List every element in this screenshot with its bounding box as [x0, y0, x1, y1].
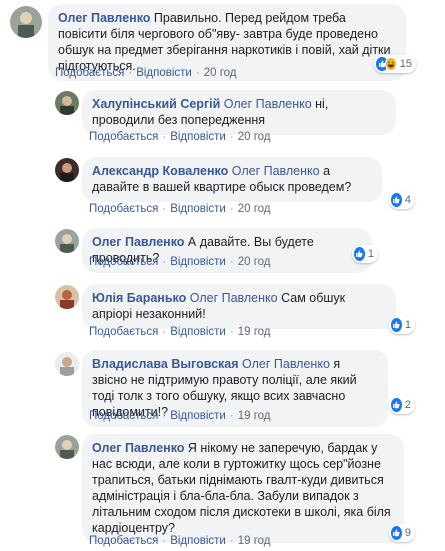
like-button[interactable]: Подобається [89, 326, 158, 338]
comment-mention[interactable]: Олег Павленко [190, 291, 278, 305]
comment-author[interactable]: Олег Павленко [92, 441, 184, 455]
reply-button[interactable]: Відповісти [170, 256, 226, 268]
separator: · [195, 67, 200, 79]
comment-actions: Подобається · Відповісти · 20 год [89, 256, 271, 268]
like-icon [391, 193, 402, 207]
comment-time[interactable]: 20 год [204, 67, 237, 79]
separator: · [162, 203, 167, 215]
reaction-number: 9 [404, 527, 411, 539]
comment-bubble: Халупінський Сергій Олег Павленко ні, пр… [82, 90, 396, 135]
comment-bubble: Юлія Баранько Олег Павленко Сам обшук ап… [82, 284, 396, 329]
avatar[interactable] [55, 91, 79, 115]
comment-mention[interactable]: Олег Павленко [224, 97, 312, 111]
comment-actions: Подобається · Відповісти · 20 год [89, 203, 271, 215]
avatar[interactable] [55, 285, 79, 309]
separator: · [229, 326, 234, 338]
separator: · [162, 256, 167, 268]
separator: · [162, 326, 167, 338]
reaction-number: 4 [404, 194, 411, 206]
like-icon [391, 526, 402, 540]
comment-mention[interactable]: Олег Павленко [242, 357, 330, 371]
comment-bubble: Олег Павленко Я нікому не заперечую, бар… [82, 434, 404, 543]
reaction-number: 2 [404, 399, 411, 411]
comment-time[interactable]: 20 год [238, 256, 271, 268]
comment-author[interactable]: Олег Павленко [58, 11, 150, 25]
reply-button[interactable]: Відповісти [170, 326, 226, 338]
reaction-number: 1 [367, 248, 374, 260]
like-icon [391, 318, 402, 332]
comment-author[interactable]: Юлія Баранько [92, 291, 186, 305]
reaction-count[interactable]: 2 [389, 396, 415, 414]
like-button[interactable]: Подобається [89, 203, 158, 215]
avatar[interactable] [55, 158, 79, 182]
separator: · [128, 67, 133, 79]
reply-button[interactable]: Відповісти [170, 203, 226, 215]
reaction-count[interactable]: 9 [389, 524, 415, 542]
reaction-count[interactable]: 4 [389, 191, 415, 209]
separator: · [229, 535, 234, 547]
reply-button[interactable]: Відповісти [170, 535, 226, 547]
separator: · [162, 131, 167, 143]
reaction-count[interactable]: 1 [352, 245, 378, 263]
comment-mention[interactable]: Олег Павленко [232, 164, 320, 178]
reply-button[interactable]: Відповісти [170, 410, 226, 422]
comment-time[interactable]: 19 год [238, 326, 271, 338]
reaction-count[interactable]: 15 [374, 55, 416, 73]
comment-time[interactable]: 20 год [238, 131, 271, 143]
separator: · [229, 203, 234, 215]
comment-actions: Подобається · Відповісти · 19 год [89, 410, 271, 422]
haha-icon [384, 57, 397, 71]
comment-text: Я нікому не заперечую, бардак у нас всюд… [92, 441, 391, 535]
comment-actions: Подобається · Відповісти · 19 год [89, 535, 271, 547]
reply-button[interactable]: Відповісти [136, 67, 192, 79]
separator: · [162, 410, 167, 422]
reply-button[interactable]: Відповісти [170, 131, 226, 143]
comment-time[interactable]: 20 год [238, 203, 271, 215]
comment-author[interactable]: Александр Коваленко [92, 164, 228, 178]
like-icon [391, 398, 402, 412]
reaction-number: 15 [399, 58, 412, 70]
like-button[interactable]: Подобається [89, 131, 158, 143]
comment-actions: Подобається · Відповісти · 20 год [55, 67, 237, 79]
comment-author[interactable]: Халупінський Сергій [92, 97, 220, 111]
comment-author[interactable]: Олег Павленко [92, 235, 184, 249]
comment-actions: Подобається · Відповісти · 19 год [89, 326, 271, 338]
reaction-number: 1 [404, 319, 411, 331]
like-button[interactable]: Подобається [89, 410, 158, 422]
comment-time[interactable]: 19 год [238, 535, 271, 547]
separator: · [162, 535, 167, 547]
separator: · [229, 410, 234, 422]
avatar[interactable] [55, 229, 79, 253]
like-button[interactable]: Подобається [89, 535, 158, 547]
comment-bubble: Александр Коваленко Олег Павленко а дава… [82, 157, 382, 202]
like-button[interactable]: Подобається [55, 67, 124, 79]
like-icon [354, 247, 365, 261]
separator: · [229, 256, 234, 268]
avatar[interactable] [55, 352, 79, 376]
comment-time[interactable]: 19 год [238, 410, 271, 422]
reaction-count[interactable]: 1 [389, 316, 415, 334]
avatar[interactable] [55, 435, 79, 459]
comment-actions: Подобається · Відповісти · 20 год [89, 131, 271, 143]
separator: · [229, 131, 234, 143]
avatar[interactable] [10, 6, 42, 38]
comment-author[interactable]: Владислава Выговская [92, 357, 239, 371]
like-button[interactable]: Подобається [89, 256, 158, 268]
